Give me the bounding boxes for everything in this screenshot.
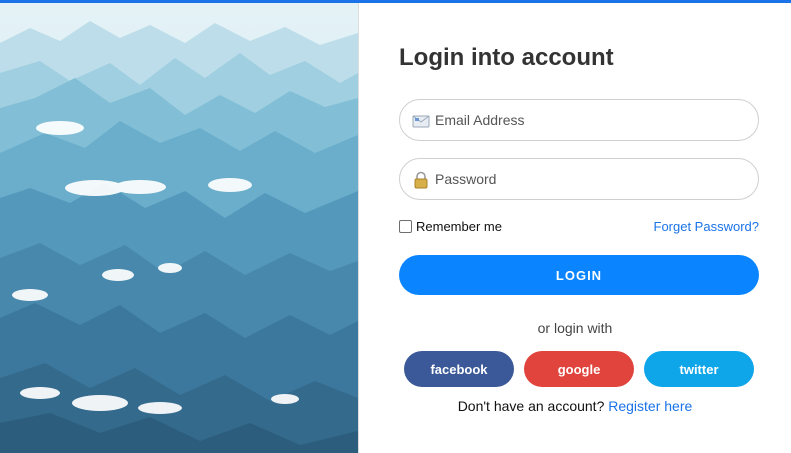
- twitter-login-button[interactable]: twitter: [644, 351, 754, 387]
- envelope-icon: [412, 115, 430, 128]
- login-panel: Login into account Remember me Forget Pa…: [359, 3, 791, 453]
- remember-me-checkbox[interactable]: [399, 219, 412, 233]
- login-button[interactable]: LOGIN: [399, 255, 759, 295]
- hero-image-mountains: [0, 3, 358, 453]
- password-field[interactable]: [399, 158, 759, 200]
- register-link[interactable]: Register here: [608, 398, 692, 414]
- remember-me-label: Remember me: [416, 218, 502, 234]
- email-input[interactable]: [435, 100, 745, 140]
- register-prompt: Don't have an account? Register here: [359, 398, 791, 414]
- register-prompt-text: Don't have an account?: [457, 398, 609, 414]
- page-title: Login into account: [399, 44, 614, 71]
- remember-me[interactable]: Remember me: [399, 217, 502, 235]
- lock-icon: [414, 171, 428, 189]
- password-input[interactable]: [435, 159, 745, 199]
- email-field[interactable]: [399, 99, 759, 141]
- facebook-login-button[interactable]: facebook: [404, 351, 514, 387]
- google-login-button[interactable]: google: [524, 351, 634, 387]
- or-login-with-text: or login with: [537, 320, 613, 336]
- forgot-password-link[interactable]: Forget Password?: [654, 219, 760, 234]
